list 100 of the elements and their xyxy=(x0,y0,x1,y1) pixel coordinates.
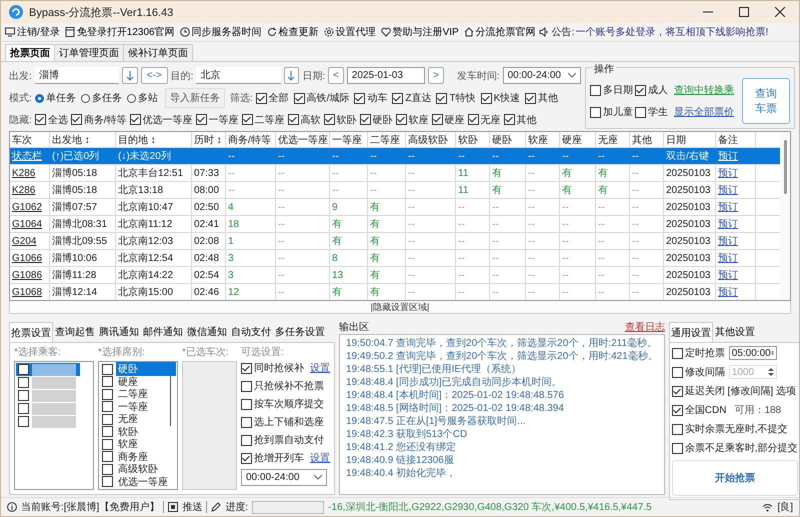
menu-item[interactable]: 分流抢票官网 xyxy=(462,25,538,39)
show-all-prices-link[interactable]: 显示全部票价 xyxy=(674,105,734,119)
settings-tab[interactable]: 邮件通知 xyxy=(141,322,185,342)
departure-time-dropdown[interactable]: 00:00-24:00 xyxy=(502,67,581,84)
filter-checkbox[interactable]: 其他 xyxy=(525,91,558,106)
settings-tab[interactable]: 腾讯通知 xyxy=(97,322,141,342)
train-number-link[interactable]: 状态栏 xyxy=(12,149,42,163)
settings-tab[interactable]: 查询起售 xyxy=(53,322,97,342)
hide-column-checkbox[interactable]: 硬座 xyxy=(432,112,465,127)
seat-type-checkbox[interactable]: 软座 xyxy=(100,438,176,450)
page-tab[interactable]: 候补订单页面 xyxy=(123,44,193,61)
passenger-type-checkbox[interactable]: 加儿童 xyxy=(590,105,633,119)
settings-tab[interactable]: 自动支付 xyxy=(229,322,273,342)
import-task-button[interactable]: 导入新任务 xyxy=(164,88,225,108)
setting-checkbox[interactable]: 全国CDN xyxy=(672,403,726,417)
column-header[interactable]: 无座 xyxy=(596,132,630,147)
setting-checkbox[interactable]: 实时余票无座时,不提交 xyxy=(672,422,788,436)
column-header[interactable]: 高级软卧 xyxy=(406,132,456,147)
page-tab[interactable]: 订单管理页面 xyxy=(54,44,124,61)
from-field[interactable]: 淄博 xyxy=(34,67,119,84)
filter-checkbox[interactable]: 全部 xyxy=(256,91,289,106)
column-header[interactable]: 优选一等座 xyxy=(276,132,330,147)
spin-field[interactable]: 05:00:00 xyxy=(728,346,777,360)
start-button[interactable]: 开始抢票 xyxy=(672,460,798,496)
swap-button[interactable]: <-> xyxy=(140,67,168,84)
filter-checkbox[interactable]: T特快 xyxy=(436,91,476,106)
column-header[interactable]: 出发地 ↕ xyxy=(50,132,116,147)
option-checkbox[interactable]: 按车次顺序提交 xyxy=(241,397,324,411)
hide-column-checkbox[interactable]: 二等座 xyxy=(242,112,285,127)
column-header[interactable]: 目的地 ↕ xyxy=(116,132,192,147)
hide-column-checkbox[interactable]: 商务/特等 xyxy=(70,112,127,127)
to-field[interactable]: 北京 xyxy=(196,67,281,84)
book-link[interactable]: 预订 xyxy=(718,200,738,214)
menu-item[interactable]: 同步服务器时间 xyxy=(178,25,264,39)
column-header[interactable]: 车次 xyxy=(10,132,50,147)
seat-type-checkbox[interactable]: 硬座 xyxy=(100,376,176,388)
hide-settings-button[interactable]: |隐藏设置区域| xyxy=(370,301,430,313)
mode-radio[interactable]: 多任务 xyxy=(80,91,122,106)
hide-column-checkbox[interactable]: 硬卧 xyxy=(360,112,393,127)
next-date-button[interactable]: > xyxy=(428,67,444,84)
filter-checkbox[interactable]: 高铁/城际 xyxy=(294,91,350,106)
train-row[interactable]: G1086 淄博11:28 北京南14:22 02:54 3 -- 13 有 -- -- -- -- -- -- -- 20250103 预订 xyxy=(10,267,780,284)
seat-type-checkbox[interactable]: 无座 xyxy=(100,413,176,426)
column-header[interactable]: 硬座 xyxy=(560,132,596,147)
option-checkbox[interactable]: 抢增开列车 xyxy=(241,451,304,465)
scrollbar-thumb[interactable] xyxy=(784,140,786,194)
date-field[interactable]: 2025-01-03 xyxy=(346,67,426,84)
passenger-item[interactable] xyxy=(16,363,80,376)
setting-checkbox[interactable]: 延迟关闭 [修改间隔] 选项 xyxy=(672,384,796,398)
passenger-type-checkbox[interactable]: 多日期 xyxy=(590,83,633,97)
book-link[interactable]: 预订 xyxy=(718,251,738,265)
seat-type-checkbox[interactable]: 高级软卧 xyxy=(100,463,176,476)
book-link[interactable]: 预订 xyxy=(718,285,738,299)
train-number-link[interactable]: G204 xyxy=(12,236,36,246)
column-header[interactable]: 日期 xyxy=(664,132,716,147)
column-header[interactable]: 硬卧 xyxy=(490,132,526,147)
seat-type-list[interactable]: 硬卧 硬座 二等座 一等座 无座 软卧 软座 商务座 高级软卧 优选一等座 xyxy=(98,361,178,490)
settings-tab[interactable]: 通用设置 xyxy=(668,322,713,343)
column-header[interactable]: 历时 ↕ xyxy=(192,132,226,147)
column-header[interactable]: 一等座 xyxy=(330,132,368,147)
view-log-link[interactable]: 查看日志 xyxy=(624,320,665,334)
train-number-link[interactable]: G1064 xyxy=(12,218,42,230)
train-number-link[interactable]: G1068 xyxy=(12,286,42,298)
option-checkbox[interactable]: 同时抢候补 xyxy=(241,361,304,375)
column-header[interactable]: 二等座 xyxy=(368,132,406,147)
query-tickets-button[interactable]: 查询 车票 xyxy=(742,78,790,124)
hide-column-checkbox[interactable]: 软卧 xyxy=(324,112,357,127)
seat-type-checkbox[interactable]: 商务座 xyxy=(100,450,176,463)
dropdown-button[interactable] xyxy=(284,67,300,84)
train-row[interactable]: 状态栏 (↑)已选0列 (↓)未选20列 -- -- -- -- -- -- -- -- -- -- -- 双击/右键 预订 xyxy=(10,148,780,165)
book-link[interactable]: 预订 xyxy=(718,149,738,163)
train-number-link[interactable]: G1086 xyxy=(12,270,42,280)
column-header[interactable]: 其他 xyxy=(630,132,664,147)
menu-item[interactable]: 检查更新 xyxy=(264,25,321,39)
hide-column-checkbox[interactable]: 一等座 xyxy=(196,112,239,127)
maximize-icon[interactable] xyxy=(739,7,749,17)
option-checkbox[interactable]: 选上下铺和选座 xyxy=(241,415,324,429)
train-number-link[interactable]: G1062 xyxy=(12,202,42,212)
book-link[interactable]: 预订 xyxy=(718,234,738,248)
book-link[interactable]: 预订 xyxy=(718,268,738,282)
menu-item[interactable]: 免登录打开12306官网 xyxy=(62,25,177,39)
hide-column-checkbox[interactable]: 高软 xyxy=(288,112,321,127)
train-number-link[interactable]: K286 xyxy=(12,184,36,196)
book-link[interactable]: 预订 xyxy=(718,166,738,180)
book-link[interactable]: 预订 xyxy=(718,217,738,231)
option-checkbox[interactable]: 只抢候补不抢票 xyxy=(241,379,324,393)
settings-tab[interactable]: 抢票设置 xyxy=(9,322,53,343)
hide-column-checkbox[interactable]: 其他 xyxy=(504,112,537,127)
hide-column-checkbox[interactable]: 全选 xyxy=(34,112,68,127)
column-header[interactable]: 软卧 xyxy=(456,132,490,147)
seat-type-checkbox[interactable]: 软卧 xyxy=(100,426,176,438)
setting-checkbox[interactable]: 定时抢票 xyxy=(672,346,725,360)
column-header[interactable]: 备注 xyxy=(716,132,756,147)
passenger-type-checkbox[interactable]: 学生 xyxy=(635,105,668,119)
train-number-link[interactable]: G1066 xyxy=(12,252,42,264)
seat-type-checkbox[interactable]: 一等座 xyxy=(100,400,176,413)
seat-type-checkbox[interactable]: 二等座 xyxy=(100,388,176,400)
filter-checkbox[interactable]: K快速 xyxy=(480,91,520,106)
hide-column-checkbox[interactable]: 优选一等座 xyxy=(130,112,193,127)
settings-tab[interactable]: 多任务设置 xyxy=(273,322,327,342)
